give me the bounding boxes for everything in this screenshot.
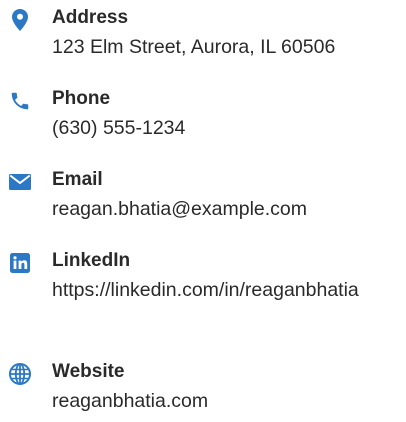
contact-list: Address 123 Elm Street, Aurora, IL 60506… bbox=[0, 0, 406, 422]
contact-item-phone: Phone (630) 555-1234 bbox=[0, 87, 406, 149]
contact-item-website: Website reaganbhatia.com bbox=[0, 360, 406, 422]
linkedin-label: LinkedIn bbox=[52, 250, 131, 271]
phone-label: Phone bbox=[52, 88, 111, 109]
linkedin-link[interactable]: https://linkedin.com/in/reaganbhatia bbox=[52, 276, 392, 305]
linkedin-icon bbox=[8, 251, 32, 275]
address-label: Address bbox=[52, 7, 129, 28]
phone-icon bbox=[8, 89, 32, 113]
website-label: Website bbox=[52, 361, 125, 382]
contact-item-email: Email reagan.bhatia@example.com bbox=[0, 168, 406, 230]
email-label: Email bbox=[52, 169, 103, 190]
globe-icon bbox=[8, 362, 32, 386]
address-value: 123 Elm Street, Aurora, IL 60506 bbox=[52, 36, 336, 58]
website-link[interactable]: reaganbhatia.com bbox=[52, 387, 392, 416]
contact-item-address: Address 123 Elm Street, Aurora, IL 60506 bbox=[0, 6, 406, 68]
envelope-icon bbox=[8, 170, 32, 194]
phone-link[interactable]: (630) 555-1234 bbox=[52, 114, 392, 143]
contact-item-linkedin: LinkedIn https://linkedin.com/in/reaganb… bbox=[0, 249, 406, 341]
email-link[interactable]: reagan.bhatia@example.com bbox=[52, 195, 392, 224]
map-pin-icon bbox=[8, 8, 32, 32]
